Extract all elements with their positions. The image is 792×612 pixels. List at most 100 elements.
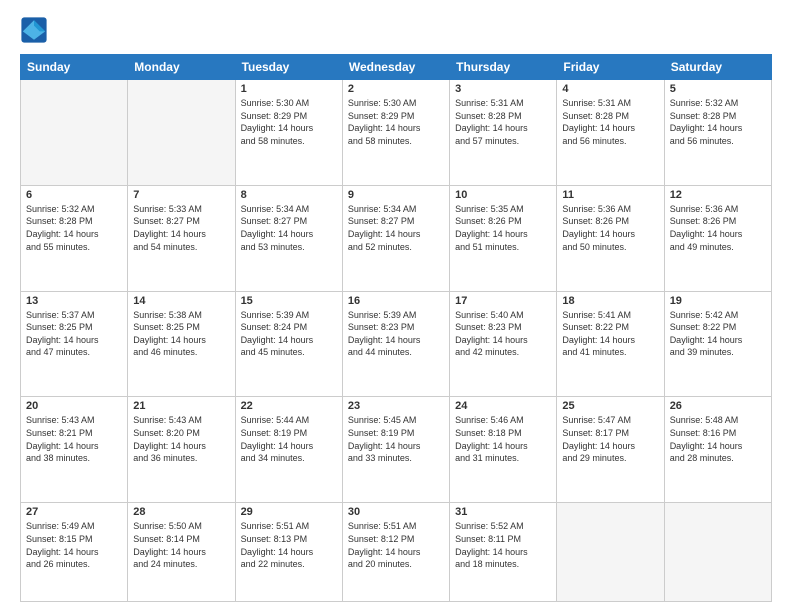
calendar-cell: 2 Sunrise: 5:30 AM Sunset: 8:29 PM Daylig… <box>342 80 449 186</box>
calendar-cell: 19Sunrise: 5:42 AM Sunset: 8:22 PM Dayli… <box>664 291 771 397</box>
day-info: Sunrise: 5:49 AM Sunset: 8:15 PM Dayligh… <box>26 520 122 570</box>
day-number: 23 <box>348 400 444 412</box>
day-number: 18 <box>562 295 658 307</box>
day-info: Sunrise: 5:45 AM Sunset: 8:19 PM Dayligh… <box>348 414 444 464</box>
day-number: 27 <box>26 506 122 518</box>
calendar-week-row: 6 Sunrise: 5:32 AM Sunset: 8:28 PM Daylig… <box>21 185 772 291</box>
day-info: Sunrise: 5:46 AM Sunset: 8:18 PM Dayligh… <box>455 414 551 464</box>
calendar-week-row: 1 Sunrise: 5:30 AM Sunset: 8:29 PM Daylig… <box>21 80 772 186</box>
day-number: 30 <box>348 506 444 518</box>
day-info: Sunrise: 5:47 AM Sunset: 8:17 PM Dayligh… <box>562 414 658 464</box>
calendar-cell: 26 Sunrise: 5:48 AM Sunset: 8:16 PM Dayli… <box>664 397 771 503</box>
calendar-cell: 4 Sunrise: 5:31 AM Sunset: 8:28 PM Daylig… <box>557 80 664 186</box>
day-number: 5 <box>670 83 766 95</box>
day-number: 7 <box>133 189 229 201</box>
day-number: 22 <box>241 400 337 412</box>
calendar-day-header: Thursday <box>450 55 557 80</box>
calendar-cell: 23 Sunrise: 5:45 AM Sunset: 8:19 PM Dayli… <box>342 397 449 503</box>
day-number: 26 <box>670 400 766 412</box>
calendar-header-row: SundayMondayTuesdayWednesdayThursdayFrid… <box>21 55 772 80</box>
day-info: Sunrise: 5:36 AM Sunset: 8:26 PM Dayligh… <box>562 203 658 253</box>
calendar-cell: 24 Sunrise: 5:46 AM Sunset: 8:18 PM Dayli… <box>450 397 557 503</box>
calendar-cell: 16Sunrise: 5:39 AM Sunset: 8:23 PM Dayli… <box>342 291 449 397</box>
day-info: Sunrise: 5:38 AM Sunset: 8:25 PM Dayligh… <box>133 309 229 359</box>
day-info: Sunrise: 5:30 AM Sunset: 8:29 PM Dayligh… <box>241 97 337 147</box>
calendar-day-header: Wednesday <box>342 55 449 80</box>
day-number: 14 <box>133 295 229 307</box>
day-info: Sunrise: 5:41 AM Sunset: 8:22 PM Dayligh… <box>562 309 658 359</box>
day-info: Sunrise: 5:48 AM Sunset: 8:16 PM Dayligh… <box>670 414 766 464</box>
day-info: Sunrise: 5:37 AM Sunset: 8:25 PM Dayligh… <box>26 309 122 359</box>
day-number: 9 <box>348 189 444 201</box>
day-number: 15 <box>241 295 337 307</box>
day-info: Sunrise: 5:43 AM Sunset: 8:21 PM Dayligh… <box>26 414 122 464</box>
calendar-day-header: Saturday <box>664 55 771 80</box>
calendar-cell: 21 Sunrise: 5:43 AM Sunset: 8:20 PM Dayli… <box>128 397 235 503</box>
calendar-day-header: Friday <box>557 55 664 80</box>
day-number: 3 <box>455 83 551 95</box>
calendar-cell: 28 Sunrise: 5:50 AM Sunset: 8:14 PM Dayli… <box>128 503 235 602</box>
logo <box>20 16 52 44</box>
calendar-cell: 29 Sunrise: 5:51 AM Sunset: 8:13 PM Dayli… <box>235 503 342 602</box>
calendar-week-row: 20Sunrise: 5:43 AM Sunset: 8:21 PM Dayli… <box>21 397 772 503</box>
day-number: 17 <box>455 295 551 307</box>
logo-icon <box>20 16 48 44</box>
day-number: 21 <box>133 400 229 412</box>
day-info: Sunrise: 5:32 AM Sunset: 8:28 PM Dayligh… <box>670 97 766 147</box>
calendar-cell: 18 Sunrise: 5:41 AM Sunset: 8:22 PM Dayli… <box>557 291 664 397</box>
day-number: 11 <box>562 189 658 201</box>
day-info: Sunrise: 5:31 AM Sunset: 8:28 PM Dayligh… <box>455 97 551 147</box>
day-number: 29 <box>241 506 337 518</box>
day-number: 4 <box>562 83 658 95</box>
day-number: 8 <box>241 189 337 201</box>
day-number: 13 <box>26 295 122 307</box>
calendar-cell <box>128 80 235 186</box>
day-number: 31 <box>455 506 551 518</box>
calendar-cell: 6 Sunrise: 5:32 AM Sunset: 8:28 PM Daylig… <box>21 185 128 291</box>
calendar-day-header: Monday <box>128 55 235 80</box>
day-number: 24 <box>455 400 551 412</box>
header <box>20 16 772 44</box>
calendar-day-header: Sunday <box>21 55 128 80</box>
day-info: Sunrise: 5:39 AM Sunset: 8:24 PM Dayligh… <box>241 309 337 359</box>
day-number: 1 <box>241 83 337 95</box>
calendar-cell: 7Sunrise: 5:33 AM Sunset: 8:27 PM Daylig… <box>128 185 235 291</box>
day-info: Sunrise: 5:34 AM Sunset: 8:27 PM Dayligh… <box>348 203 444 253</box>
day-info: Sunrise: 5:40 AM Sunset: 8:23 PM Dayligh… <box>455 309 551 359</box>
calendar-week-row: 27 Sunrise: 5:49 AM Sunset: 8:15 PM Dayli… <box>21 503 772 602</box>
day-info: Sunrise: 5:39 AM Sunset: 8:23 PM Dayligh… <box>348 309 444 359</box>
day-number: 19 <box>670 295 766 307</box>
calendar-week-row: 13 Sunrise: 5:37 AM Sunset: 8:25 PM Dayli… <box>21 291 772 397</box>
calendar-cell <box>21 80 128 186</box>
calendar-cell: 5 Sunrise: 5:32 AM Sunset: 8:28 PM Daylig… <box>664 80 771 186</box>
calendar-cell: 12Sunrise: 5:36 AM Sunset: 8:26 PM Dayli… <box>664 185 771 291</box>
day-info: Sunrise: 5:43 AM Sunset: 8:20 PM Dayligh… <box>133 414 229 464</box>
calendar-day-header: Tuesday <box>235 55 342 80</box>
day-info: Sunrise: 5:32 AM Sunset: 8:28 PM Dayligh… <box>26 203 122 253</box>
day-info: Sunrise: 5:44 AM Sunset: 8:19 PM Dayligh… <box>241 414 337 464</box>
calendar-cell: 1 Sunrise: 5:30 AM Sunset: 8:29 PM Daylig… <box>235 80 342 186</box>
calendar-cell: 27 Sunrise: 5:49 AM Sunset: 8:15 PM Dayli… <box>21 503 128 602</box>
day-info: Sunrise: 5:35 AM Sunset: 8:26 PM Dayligh… <box>455 203 551 253</box>
day-info: Sunrise: 5:36 AM Sunset: 8:26 PM Dayligh… <box>670 203 766 253</box>
calendar-cell: 15 Sunrise: 5:39 AM Sunset: 8:24 PM Dayli… <box>235 291 342 397</box>
calendar-cell: 14 Sunrise: 5:38 AM Sunset: 8:25 PM Dayli… <box>128 291 235 397</box>
day-info: Sunrise: 5:50 AM Sunset: 8:14 PM Dayligh… <box>133 520 229 570</box>
day-info: Sunrise: 5:30 AM Sunset: 8:29 PM Dayligh… <box>348 97 444 147</box>
page: SundayMondayTuesdayWednesdayThursdayFrid… <box>0 0 792 612</box>
day-info: Sunrise: 5:52 AM Sunset: 8:11 PM Dayligh… <box>455 520 551 570</box>
calendar-cell: 30Sunrise: 5:51 AM Sunset: 8:12 PM Dayli… <box>342 503 449 602</box>
day-info: Sunrise: 5:31 AM Sunset: 8:28 PM Dayligh… <box>562 97 658 147</box>
calendar-cell <box>557 503 664 602</box>
calendar-cell: 10 Sunrise: 5:35 AM Sunset: 8:26 PM Dayli… <box>450 185 557 291</box>
calendar-cell: 8Sunrise: 5:34 AM Sunset: 8:27 PM Daylig… <box>235 185 342 291</box>
day-number: 10 <box>455 189 551 201</box>
day-info: Sunrise: 5:51 AM Sunset: 8:13 PM Dayligh… <box>241 520 337 570</box>
calendar-cell: 25Sunrise: 5:47 AM Sunset: 8:17 PM Dayli… <box>557 397 664 503</box>
day-number: 28 <box>133 506 229 518</box>
day-number: 2 <box>348 83 444 95</box>
calendar-cell: 9 Sunrise: 5:34 AM Sunset: 8:27 PM Daylig… <box>342 185 449 291</box>
calendar-cell: 22 Sunrise: 5:44 AM Sunset: 8:19 PM Dayli… <box>235 397 342 503</box>
calendar-cell: 3 Sunrise: 5:31 AM Sunset: 8:28 PM Daylig… <box>450 80 557 186</box>
day-number: 6 <box>26 189 122 201</box>
